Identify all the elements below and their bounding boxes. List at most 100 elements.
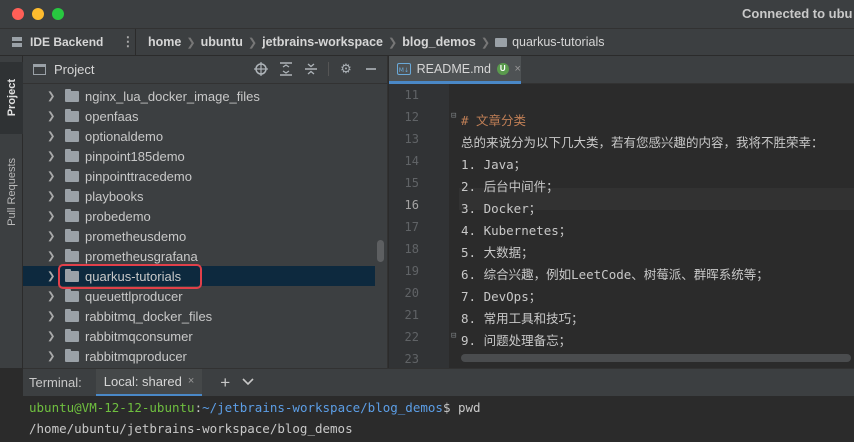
tree-item-folder[interactable]: ❯ rabbitmq_docker_files [23,306,375,326]
kebab-menu-icon[interactable]: ⋮ [121,34,134,50]
chevron-right-icon[interactable]: ❯ [47,231,61,242]
pull-requests-tool-tab[interactable]: Pull Requests [0,146,23,238]
minimize-window-button[interactable] [32,8,44,20]
chevron-right-icon[interactable]: ❯ [47,171,61,182]
tree-item-folder[interactable]: ❯ playbooks [23,186,375,206]
terminal-tabs-bar: Terminal: Local: shared × + [23,368,854,397]
left-tool-strip: Project Pull Requests [0,56,23,368]
code-line-current: 3. Docker； [461,201,542,216]
project-tool-tab[interactable]: Project [0,62,23,134]
tree-item-label: probedemo [85,208,151,224]
code-line: 5. 大数据； [461,245,534,260]
backend-server-icon [12,37,22,47]
breadcrumb-jetbrains-workspace[interactable]: jetbrains-workspace [262,35,383,49]
breadcrumb-home[interactable]: home [148,35,181,49]
tree-item-folder[interactable]: ❯ pinpoint185demo [23,146,375,166]
zoom-window-button[interactable] [52,8,64,20]
tab-readme-md[interactable]: M↓ README.md U × [389,56,521,84]
close-window-button[interactable] [12,8,24,20]
chevron-right-icon[interactable]: ❯ [47,351,61,362]
editor-horizontal-scrollbar[interactable] [461,354,851,362]
line-number: 20 [404,286,419,300]
gear-icon[interactable]: ⚙ [338,61,354,77]
tree-item-folder[interactable]: ❯ openfaas [23,106,375,126]
breadcrumb-blog-demos[interactable]: blog_demos [402,35,476,49]
code-line: 7. DevOps； [461,289,542,304]
tree-item-label: openfaas [85,108,139,124]
project-panel-header: Project ⚙ [23,56,387,84]
chevron-right-icon: ❯ [186,36,196,49]
line-number: 23 [404,352,419,366]
chevron-right-icon[interactable]: ❯ [47,331,61,342]
fold-open-icon[interactable]: ⊟ [451,111,456,121]
hide-panel-icon[interactable] [363,61,379,77]
chevron-down-icon[interactable] [242,377,254,389]
tree-item-label: prometheusgrafana [85,248,198,264]
chevron-right-icon[interactable]: ❯ [47,191,61,202]
window-title: Connected to ubu [742,6,853,21]
folder-icon [65,308,79,322]
folder-icon [65,328,79,342]
chevron-right-icon[interactable]: ❯ [47,111,61,122]
tree-item-folder[interactable]: ❯ prometheusgrafana [23,246,375,266]
project-panel-title: Project [54,62,95,77]
tree-item-folder[interactable]: ❯ optionaldemo [23,126,375,146]
folder-icon [495,37,508,47]
terminal-prompt-line: ubuntu@VM-12-12-ubuntu:~/jetbrains-works… [29,400,481,415]
locate-file-icon[interactable] [253,61,269,77]
code-line: 4. Kubernetes； [461,223,572,238]
chevron-right-icon[interactable]: ❯ [47,311,61,322]
chevron-right-icon[interactable]: ❯ [47,91,61,102]
markdown-file-icon: M↓ [397,62,411,75]
tree-item-label: rabbitmqconsumer [85,328,193,344]
chevron-right-icon[interactable]: ❯ [47,211,61,222]
chevron-right-icon[interactable]: ❯ [47,251,61,262]
ide-backend-widget[interactable]: IDE Backend ⋮ [0,29,136,55]
fold-close-icon[interactable]: ⊟ [451,331,456,341]
chevron-right-icon[interactable]: ❯ [47,131,61,142]
terminal-tab-local-shared[interactable]: Local: shared × [95,368,203,397]
code-area[interactable]: # 文章分类 总的来说分为以下几大类，若有您感兴趣的内容，我将不胜荣幸： 1. … [459,84,854,368]
tab-readme-label: README.md [416,61,491,76]
editor-pane: M↓ README.md U × 11 12 13 14 15 16 17 18… [389,56,854,368]
tree-item-folder[interactable]: ❯ probedemo [23,206,375,226]
tree-item-label: nginx_lua_docker_image_files [85,88,260,104]
chevron-right-icon[interactable]: ❯ [47,291,61,302]
close-terminal-tab-icon[interactable]: × [188,375,194,387]
chevron-right-icon: ❯ [388,36,398,49]
project-tool-tab-label: Project [5,79,18,117]
tree-item-folder[interactable]: ❯ rabbitmqconsumer [23,326,375,346]
folder-icon [65,228,79,242]
line-number: 14 [404,154,419,168]
folder-icon [65,108,79,122]
folder-icon [65,188,79,202]
folder-icon [65,168,79,182]
line-number: 21 [404,308,419,322]
expand-all-icon[interactable] [278,61,294,77]
chevron-right-icon: ❯ [480,36,491,49]
tree-item-label: rabbitmqproducer [85,348,187,364]
collapse-all-icon[interactable] [303,61,319,77]
breadcrumb-quarkus-tutorials[interactable]: quarkus-tutorials [495,35,604,49]
terminal-output[interactable]: ubuntu@VM-12-12-ubuntu:~/jetbrains-works… [23,396,854,442]
tree-item-folder[interactable]: ❯ nginx_lua_docker_image_files [23,86,375,106]
project-panel: Project ⚙ ❯ nginx_lua_docker_image_files [23,56,388,368]
tree-item-folder[interactable]: ❯ pinpointtracedemo [23,166,375,186]
tree-scrollbar[interactable] [377,240,384,262]
terminal-output-line: /home/ubuntu/jetbrains-workspace/blog_de… [29,421,353,436]
highlight-annotation-box [58,264,202,289]
breadcrumb-ubuntu[interactable]: ubuntu [201,35,243,49]
tree-item-folder[interactable]: ❯ rabbitmqproducer [23,346,375,366]
tree-item-folder[interactable]: ❯ queuettlproducer [23,286,375,306]
chevron-right-icon[interactable]: ❯ [47,151,61,162]
tree-item-label: pinpoint185demo [85,148,185,164]
close-tab-icon[interactable]: × [515,63,521,75]
line-number-current: 16 [404,198,419,212]
line-number: 19 [404,264,419,278]
line-number: 18 [404,242,419,256]
code-line-heading: # 文章分类 [461,113,527,128]
tree-item-folder[interactable]: ❯ prometheusdemo [23,226,375,246]
new-terminal-icon[interactable]: + [220,373,230,393]
code-line: 8. 常用工具和技巧； [461,311,584,326]
terminal-tab-label: Local: shared [103,373,182,389]
